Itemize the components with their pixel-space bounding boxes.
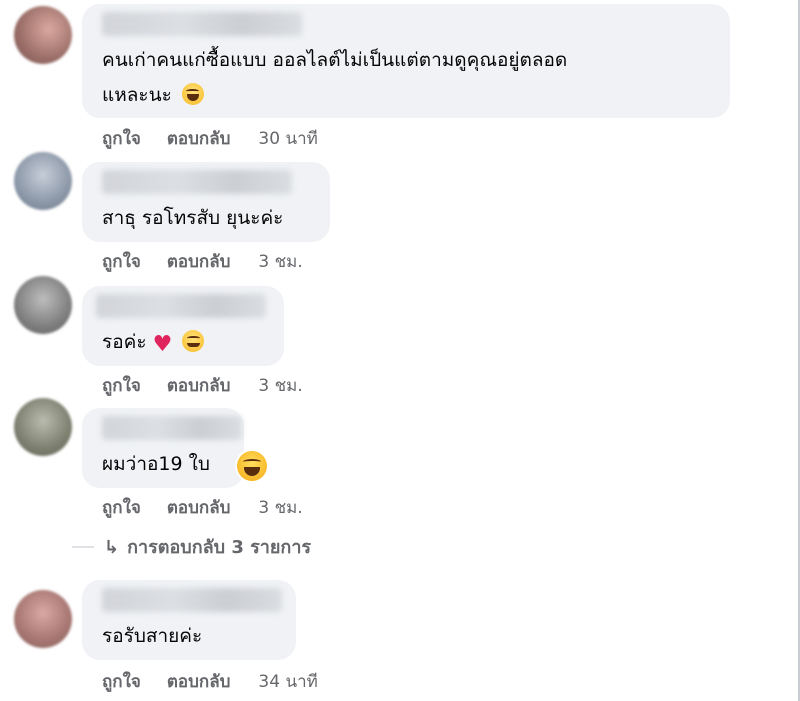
like-link[interactable]: ถูกใจ xyxy=(102,494,141,521)
commenter-name[interactable] xyxy=(96,294,266,318)
reply-link[interactable]: ตอบกลับ xyxy=(167,494,231,521)
comment-text-line: สาธุ รอโทรสับ ยุนะค่ะ xyxy=(102,207,284,229)
commenter-name[interactable] xyxy=(102,588,282,612)
reply-arrow-icon: ↳ xyxy=(104,537,120,558)
comment-bubble: สาธุ รอโทรสับ ยุนะค่ะ xyxy=(82,162,330,242)
reply-link[interactable]: ตอบกลับ xyxy=(167,372,231,399)
commenter-name[interactable] xyxy=(102,416,242,440)
avatar[interactable] xyxy=(14,590,72,648)
reply-link[interactable]: ตอบกลับ xyxy=(167,668,231,695)
timestamp[interactable]: 30 นาที xyxy=(258,125,317,152)
avatar[interactable] xyxy=(14,6,72,64)
comment-bubble: คนเก่าคนแก่ซื้อแบบ ออลไลต์ไม่เป็นแต่ตามด… xyxy=(82,4,730,118)
comment-actions: ถูกใจ ตอบกลับ 3 ชม. xyxy=(102,372,329,399)
comment-actions: ถูกใจ ตอบกลับ 3 ชม. xyxy=(102,248,329,275)
haha-reaction-icon[interactable] xyxy=(237,451,267,481)
comment-bubble: ผมว่าอ19 ใบ xyxy=(82,408,244,488)
timestamp[interactable]: 3 ชม. xyxy=(258,494,302,521)
view-replies-link[interactable]: ↳ การตอบกลับ 3 รายการ xyxy=(104,532,311,561)
comment-text-line: ผมว่าอ19 ใบ xyxy=(102,453,210,475)
comment-bubble: รอค่ะ ♥ xyxy=(82,286,284,366)
comment-text: รอค่ะ ♥ xyxy=(102,326,205,361)
commenter-name[interactable] xyxy=(102,12,302,36)
smiling-face-icon xyxy=(182,330,205,352)
comment-text: แหละนะ xyxy=(102,79,204,111)
comment-actions: ถูกใจ ตอบกลับ 3 ชม. xyxy=(102,494,329,521)
comment-actions: ถูกใจ ตอบกลับ 30 นาที xyxy=(102,125,344,152)
grinning-squint-face-icon xyxy=(181,83,204,105)
comment-text-line: แหละนะ xyxy=(102,84,172,106)
comment-text: รอรับสายค่ะ xyxy=(102,620,202,652)
comment-text-line: รอค่ะ xyxy=(102,331,147,353)
avatar[interactable] xyxy=(14,276,72,334)
comment-bubble: รอรับสายค่ะ xyxy=(82,580,296,660)
timestamp[interactable]: 3 ชม. xyxy=(258,372,302,399)
avatar[interactable] xyxy=(14,398,72,456)
comment-text: สาธุ รอโทรสับ ยุนะค่ะ xyxy=(102,202,283,234)
timestamp[interactable]: 34 นาที xyxy=(258,668,317,695)
timestamp[interactable]: 3 ชม. xyxy=(258,248,302,275)
comment-text: คนเก่าคนแก่ซื้อแบบ ออลไลต์ไม่เป็นแต่ตามด… xyxy=(102,44,567,76)
like-link[interactable]: ถูกใจ xyxy=(102,372,141,399)
comment-text-line: รอรับสายค่ะ xyxy=(102,625,203,647)
reply-link[interactable]: ตอบกลับ xyxy=(167,248,231,275)
reply-link[interactable]: ตอบกลับ xyxy=(167,125,231,152)
replies-label: การตอบกลับ 3 รายการ xyxy=(127,537,312,558)
like-link[interactable]: ถูกใจ xyxy=(102,125,141,152)
like-link[interactable]: ถูกใจ xyxy=(102,248,141,275)
avatar[interactable] xyxy=(14,152,72,210)
comment-text-line: คนเก่าคนแก่ซื้อแบบ ออลไลต์ไม่เป็นแต่ตามด… xyxy=(102,49,568,71)
comment-actions: ถูกใจ ตอบกลับ 34 นาที xyxy=(102,668,344,695)
comment-text: ผมว่าอ19 ใบ xyxy=(102,448,210,480)
like-link[interactable]: ถูกใจ xyxy=(102,668,141,695)
thread-connector xyxy=(72,546,94,548)
commenter-name[interactable] xyxy=(102,170,292,194)
red-heart-icon: ♥ xyxy=(152,332,173,357)
